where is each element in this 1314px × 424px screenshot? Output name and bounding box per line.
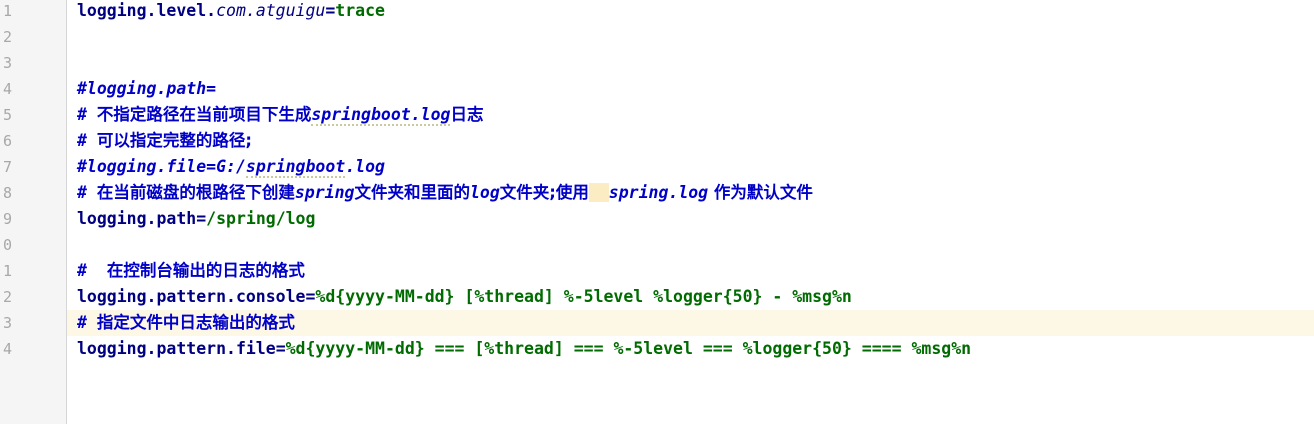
line-number: 4	[2, 340, 12, 358]
code-line-1[interactable]: logging.level.com.atguigu=trace	[67, 0, 1314, 24]
equals-sign: =	[275, 339, 286, 358]
property-key: logging.pattern.console	[77, 287, 306, 306]
comment-filename: springboot.log	[311, 105, 451, 126]
code-line-13-current[interactable]: # 指定文件中日志输出的格式	[67, 310, 1314, 336]
comment-word: spring	[294, 183, 355, 202]
properties-editor[interactable]: 1 2 3 4 5 6 7 8 9 0 1 2 3 4 logging.leve…	[0, 0, 1314, 424]
code-line-3[interactable]	[67, 50, 1314, 76]
property-key: logging.level.	[77, 1, 217, 20]
comment-text: #logging.path=	[77, 79, 217, 98]
comment-text: 在控制台输出的日志的格式	[106, 261, 305, 280]
line-number: 6	[2, 132, 12, 150]
equals-sign: =	[325, 1, 336, 20]
property-key: logging.pattern.file	[77, 339, 276, 358]
comment-hash: #	[77, 183, 97, 202]
comment-filename: springboot	[245, 157, 346, 178]
code-line-7[interactable]: #logging.file=G:/springboot.log	[67, 154, 1314, 180]
comment-text: 不指定路径在当前项目下生成	[96, 105, 312, 124]
comment-filename: spring.log	[608, 183, 709, 202]
comment-text: 作为默认文件	[708, 183, 813, 202]
comment-text: 文件夹和里面的	[354, 183, 470, 202]
code-line-14[interactable]: logging.pattern.file=%d{yyyy-MM-dd} === …	[67, 336, 1314, 362]
line-number: 4	[2, 80, 12, 98]
property-value: /spring/log	[206, 209, 316, 228]
comment-hash: #	[77, 105, 97, 124]
text-cursor-highlight	[588, 183, 609, 202]
code-line-10[interactable]	[67, 232, 1314, 258]
line-number: 7	[2, 158, 12, 176]
comment-hash: #	[77, 261, 107, 280]
line-number: 0	[2, 236, 12, 254]
comment-text: 日志	[450, 105, 484, 124]
code-line-6[interactable]: # 可以指定完整的路径;	[67, 128, 1314, 154]
line-number: 9	[2, 210, 12, 228]
comment-text: #logging.file=G:/	[77, 157, 246, 176]
line-number: 5	[2, 106, 12, 124]
code-line-4[interactable]: #logging.path=	[67, 76, 1314, 102]
property-value: %d{yyyy-MM-dd} === [%thread] === %-5leve…	[285, 339, 972, 358]
code-line-5[interactable]: # 不指定路径在当前项目下生成springboot.log日志	[67, 102, 1314, 128]
comment-hash: #	[77, 131, 97, 150]
property-value: %d{yyyy-MM-dd} [%thread] %-5level %logge…	[315, 287, 852, 306]
equals-sign: =	[305, 287, 316, 306]
code-line-11[interactable]: # 在控制台输出的日志的格式	[67, 258, 1314, 284]
comment-word: log	[469, 183, 500, 202]
code-line-8[interactable]: # 在当前磁盘的根路径下创建spring文件夹和里面的log文件夹;使用 spr…	[67, 180, 1314, 206]
code-line-12[interactable]: logging.pattern.console=%d{yyyy-MM-dd} […	[67, 284, 1314, 310]
line-number: 8	[2, 184, 12, 202]
property-key-package: com.atguigu	[216, 1, 326, 20]
comment-text: 文件夹;使用	[499, 183, 589, 202]
comment-text: 指定文件中日志输出的格式	[96, 313, 295, 332]
comment-text: 在当前磁盘的根路径下创建	[96, 183, 295, 202]
code-line-2[interactable]	[67, 24, 1314, 50]
line-number-gutter: 1 2 3 4 5 6 7 8 9 0 1 2 3 4	[0, 0, 67, 424]
line-number: 1	[2, 262, 12, 280]
code-area[interactable]: logging.level.com.atguigu=trace #logging…	[67, 0, 1314, 424]
property-value: trace	[335, 1, 385, 20]
code-line-9[interactable]: logging.path=/spring/log	[67, 206, 1314, 232]
comment-text: .log	[345, 157, 385, 176]
comment-hash: #	[77, 313, 97, 332]
line-number: 3	[2, 314, 12, 332]
equals-sign: =	[196, 209, 207, 228]
line-number: 3	[2, 54, 12, 72]
property-key: logging.path	[77, 209, 197, 228]
line-number: 2	[2, 28, 12, 46]
line-number: 1	[2, 2, 12, 20]
line-number: 2	[2, 288, 12, 306]
comment-text: 可以指定完整的路径;	[96, 131, 252, 150]
